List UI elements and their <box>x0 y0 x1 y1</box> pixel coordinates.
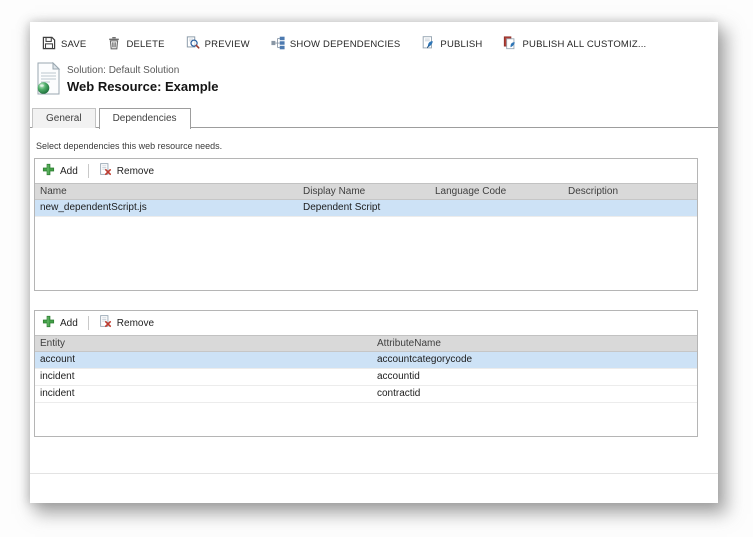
add-icon <box>42 315 55 331</box>
show-dependencies-icon <box>271 36 285 53</box>
remove-button-label: Remove <box>117 166 154 177</box>
toolbar-separator <box>88 316 89 330</box>
publish-button-label: PUBLISH <box>440 39 482 50</box>
table-cell: account <box>35 352 372 368</box>
remove-button[interactable]: Remove <box>99 315 154 331</box>
attributes-table: EntityAttributeName accountaccountcatego… <box>35 335 697 403</box>
add-button-label: Add <box>60 318 78 329</box>
column-header[interactable]: Display Name <box>298 184 430 199</box>
table-cell: incident <box>35 386 372 402</box>
web-resource-window: SAVE DELETE PREVIEW SHOW DEPENDENCIES PU… <box>30 22 718 503</box>
delete-button[interactable]: DELETE <box>107 36 164 53</box>
toolbar-separator <box>88 164 89 178</box>
remove-button[interactable]: Remove <box>99 163 154 179</box>
publish-all-button-label: PUBLISH ALL CUSTOMIZ... <box>522 39 646 50</box>
preview-button[interactable]: PREVIEW <box>186 36 250 53</box>
remove-icon <box>99 163 112 179</box>
tab-strip: General Dependencies <box>30 108 718 128</box>
save-button-label: SAVE <box>61 39 86 50</box>
record-header: Solution: Default Solution Web Resource:… <box>36 62 218 100</box>
table-row[interactable]: accountaccountcategorycode <box>35 352 697 369</box>
grid-toolbar: Add Remove <box>35 159 697 183</box>
delete-button-label: DELETE <box>126 39 164 50</box>
preview-icon <box>186 36 200 53</box>
show-dependencies-button[interactable]: SHOW DEPENDENCIES <box>271 36 401 53</box>
publish-button[interactable]: PUBLISH <box>421 36 482 53</box>
grid-toolbar: Add Remove <box>35 311 697 335</box>
command-bar: SAVE DELETE PREVIEW SHOW DEPENDENCIES PU… <box>42 35 646 53</box>
add-button[interactable]: Add <box>42 163 78 179</box>
solution-label: Solution: Default Solution <box>67 65 218 76</box>
add-icon <box>42 163 55 179</box>
page-title: Web Resource: Example <box>67 79 218 94</box>
table-row[interactable]: incidentcontractid <box>35 386 697 403</box>
table-cell: new_dependentScript.js <box>35 200 298 216</box>
table-body: new_dependentScript.jsDependent Script <box>35 200 697 217</box>
table-cell <box>430 200 563 216</box>
table-header: NameDisplay NameLanguage CodeDescription <box>35 183 697 200</box>
column-header[interactable]: Description <box>563 184 697 199</box>
table-row[interactable]: new_dependentScript.jsDependent Script <box>35 200 697 217</box>
remove-icon <box>99 315 112 331</box>
preview-button-label: PREVIEW <box>205 39 250 50</box>
table-cell: accountcategorycode <box>372 352 697 368</box>
table-cell: accountid <box>372 369 697 385</box>
table-body: accountaccountcategorycodeincidentaccoun… <box>35 352 697 403</box>
table-cell <box>563 200 697 216</box>
attribute-dependencies-panel: Add Remove EntityAttributeName accountac… <box>34 310 698 437</box>
publish-icon <box>421 36 435 53</box>
table-cell: incident <box>35 369 372 385</box>
column-header[interactable]: Entity <box>35 336 372 351</box>
table-cell: Dependent Script <box>298 200 430 216</box>
column-header[interactable]: AttributeName <box>372 336 697 351</box>
column-header[interactable]: Language Code <box>430 184 563 199</box>
table-row[interactable]: incidentaccountid <box>35 369 697 386</box>
dependencies-description: Select dependencies this web resource ne… <box>36 141 222 151</box>
web-resource-dependencies-panel: Add Remove NameDisplay NameLanguage Code… <box>34 158 698 291</box>
delete-icon <box>107 36 121 53</box>
column-header[interactable]: Name <box>35 184 298 199</box>
save-button[interactable]: SAVE <box>42 36 86 53</box>
footer-separator <box>30 473 718 474</box>
publish-all-icon <box>503 36 517 53</box>
remove-button-label: Remove <box>117 318 154 329</box>
show-dependencies-button-label: SHOW DEPENDENCIES <box>290 39 401 50</box>
add-button-label: Add <box>60 166 78 177</box>
dependencies-table: NameDisplay NameLanguage CodeDescription… <box>35 183 697 217</box>
tab-dependencies[interactable]: Dependencies <box>99 108 191 129</box>
add-button[interactable]: Add <box>42 315 78 331</box>
table-cell: contractid <box>372 386 697 402</box>
table-header: EntityAttributeName <box>35 335 697 352</box>
save-icon <box>42 36 56 53</box>
tab-general[interactable]: General <box>32 108 96 128</box>
publish-all-button[interactable]: PUBLISH ALL CUSTOMIZ... <box>503 36 646 53</box>
web-resource-icon <box>36 62 61 100</box>
